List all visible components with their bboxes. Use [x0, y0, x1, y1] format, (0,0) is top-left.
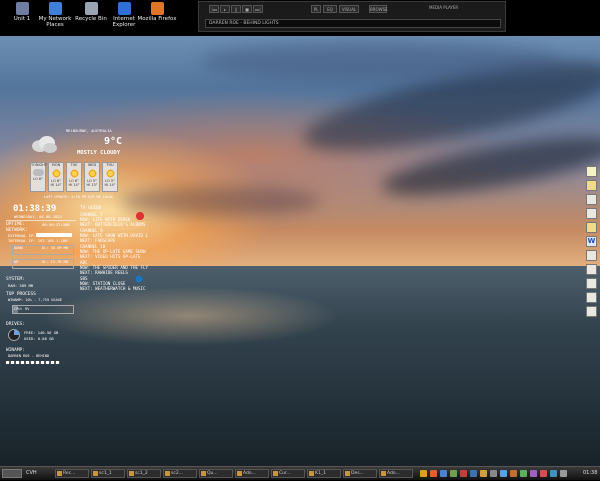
right-dock: W — [585, 165, 599, 320]
taskbar-button[interactable]: Ado... — [235, 469, 269, 478]
document-icon[interactable] — [586, 292, 597, 303]
app-icon — [237, 471, 242, 476]
start-label: CVH — [26, 470, 37, 476]
taskbar-button[interactable]: Rec... — [55, 469, 89, 478]
cloud-icon — [32, 136, 57, 153]
folder-icon[interactable] — [586, 180, 597, 191]
app-icon — [381, 471, 386, 476]
taskbar-button[interactable]: Qu... — [199, 469, 233, 478]
taskbar: CVH Rec... sc1_1 sc1_2 sc2... Qu... Ado... Cur… — [0, 466, 600, 480]
date: WEDNESDAY, 04.08.2021 — [14, 214, 63, 219]
document-icon[interactable] — [586, 194, 597, 205]
desktop-icon-4[interactable]: Mozilla Firefox — [137, 1, 177, 22]
weather-condition: MOSTLY CLOUDY — [76, 150, 120, 156]
sun-icon — [51, 169, 61, 178]
sun-icon — [69, 169, 79, 178]
taskbar-clock: 01:38 — [583, 470, 598, 476]
ram-usage: RAM: 389 MB — [8, 283, 34, 288]
firefox-icon — [150, 2, 164, 15]
top-bar: Unit 1 My Network Places Recycle Bin Intern… — [0, 0, 600, 36]
upload-total: UL: 15.7M MB — [42, 260, 68, 264]
app-icon — [165, 471, 170, 476]
sun-icon — [87, 169, 97, 178]
weather-widget: MELBOURNE, AUSTRALIA 9°C MOSTLY CLOUDY T… — [28, 128, 124, 200]
winamp-track: DARREN ROE - BEHIND — [8, 354, 50, 358]
drive-gauge-icon — [8, 329, 20, 341]
player-button-4[interactable]: ▸▸| — [253, 5, 263, 13]
document-icon[interactable] — [586, 264, 597, 275]
forecast-day: TUE LO 6° HI 14° — [66, 162, 82, 192]
drive-free: FREE: 140.56 GB — [24, 330, 59, 335]
desktop-icon-label: My Network Places — [38, 16, 72, 28]
taskbar-button[interactable]: sc1_1 — [91, 469, 125, 478]
tv-logo-icon — [133, 273, 145, 285]
taskbar-button[interactable]: sc2... — [163, 469, 197, 478]
tv-guide-line: NEXT: WEATHERWATCH & MUSIC — [80, 286, 146, 291]
app-icon — [129, 471, 134, 476]
internet-explorer-icon — [117, 2, 131, 15]
drive-icon — [15, 2, 29, 15]
clock: 01:38:39 — [13, 204, 57, 214]
cpu-usage: CPU: 9% — [14, 307, 30, 311]
player-button-6[interactable]: EQ — [323, 5, 337, 13]
document-icon[interactable] — [586, 278, 597, 289]
forecast-day: TONIGHT LO 8° — [30, 162, 47, 192]
app-icon — [345, 471, 350, 476]
player-button-7[interactable]: VISUAL — [339, 5, 359, 13]
player-button-0[interactable]: |◂◂ — [209, 5, 219, 13]
forecast-day: WED LO 5° HI 13° — [84, 162, 100, 192]
player-button-2[interactable]: || — [231, 5, 241, 13]
forecast-day: THU LO 5° HI 14° — [102, 162, 118, 192]
word-icon[interactable]: W — [586, 236, 597, 247]
app-icon — [309, 471, 314, 476]
app-icon — [273, 471, 278, 476]
tv-guide-line: NEXT: FARSCAPE — [80, 238, 116, 243]
sea-sheen — [40, 286, 340, 346]
network-places-icon — [48, 2, 62, 15]
taskbar-button[interactable]: Ado... — [379, 469, 413, 478]
download-total: DL: 38.5M MB — [42, 246, 68, 250]
player-button-3[interactable]: ■ — [242, 5, 252, 13]
taskbar-button[interactable]: Des... — [343, 469, 377, 478]
weather-temperature: 9°C — [103, 136, 122, 147]
sun-icon — [105, 169, 115, 178]
desktop-icon-label: Mozilla Firefox — [137, 16, 177, 22]
uptime: 00:5H:17:40M — [42, 222, 70, 227]
document-icon[interactable] — [586, 208, 597, 219]
forecast-day: MON LO 6° HI 14° — [48, 162, 64, 192]
player-button-8[interactable]: BROWSE — [369, 5, 388, 13]
taskbar-button[interactable]: sc1_2 — [127, 469, 161, 478]
player-mode: MEDIA PLAYER — [429, 5, 459, 10]
start-button[interactable] — [2, 469, 22, 478]
desktop-icon-1[interactable]: My Network Places — [35, 1, 75, 28]
media-player[interactable]: |◂◂ ▸ || ■ ▸▸| PL EQ VISUAL BROWSE DARREN ROE - … — [198, 1, 506, 32]
app-icon — [201, 471, 206, 476]
tv-logo-icon — [133, 209, 147, 223]
cloud-icon — [32, 169, 44, 176]
player-button-1[interactable]: ▸ — [220, 5, 230, 13]
app-icon — [57, 471, 62, 476]
taskbar-button[interactable]: K1_1 — [307, 469, 341, 478]
taskbar-button[interactable]: Cur... — [271, 469, 305, 478]
weather-updated: LAST UPDATE: 5:59 PM USE ME LOCAL — [44, 195, 114, 199]
system-monitor: 01:38:39 WEDNESDAY, 04.08.2021 UPTIME: 0… — [6, 204, 76, 364]
top-process: WINAMP: 10% - 7,755 USAGE — [8, 298, 63, 302]
folder-icon[interactable] — [586, 222, 597, 233]
tv-guide-line: NEXT: VIDEO HITS UP-LATE — [80, 254, 141, 259]
now-playing-title: DARREN ROE - BEHIND LIGHTS — [209, 21, 279, 26]
internal-ip: INTERNAL IP: 192.168.1.100 — [8, 238, 68, 243]
notes-icon[interactable] — [586, 166, 597, 177]
system-tray — [418, 467, 580, 481]
document-icon[interactable] — [586, 250, 597, 261]
document-icon[interactable] — [586, 306, 597, 317]
app-icon — [93, 471, 98, 476]
recycle-bin-icon — [84, 2, 98, 15]
weather-location: MELBOURNE, AUSTRALIA — [66, 128, 112, 133]
drive-used: USED: 0.86 GB — [24, 336, 54, 341]
player-button-5[interactable]: PL — [311, 5, 321, 13]
now-playing-track[interactable]: DARREN ROE - BEHIND LIGHTS — [205, 19, 501, 28]
